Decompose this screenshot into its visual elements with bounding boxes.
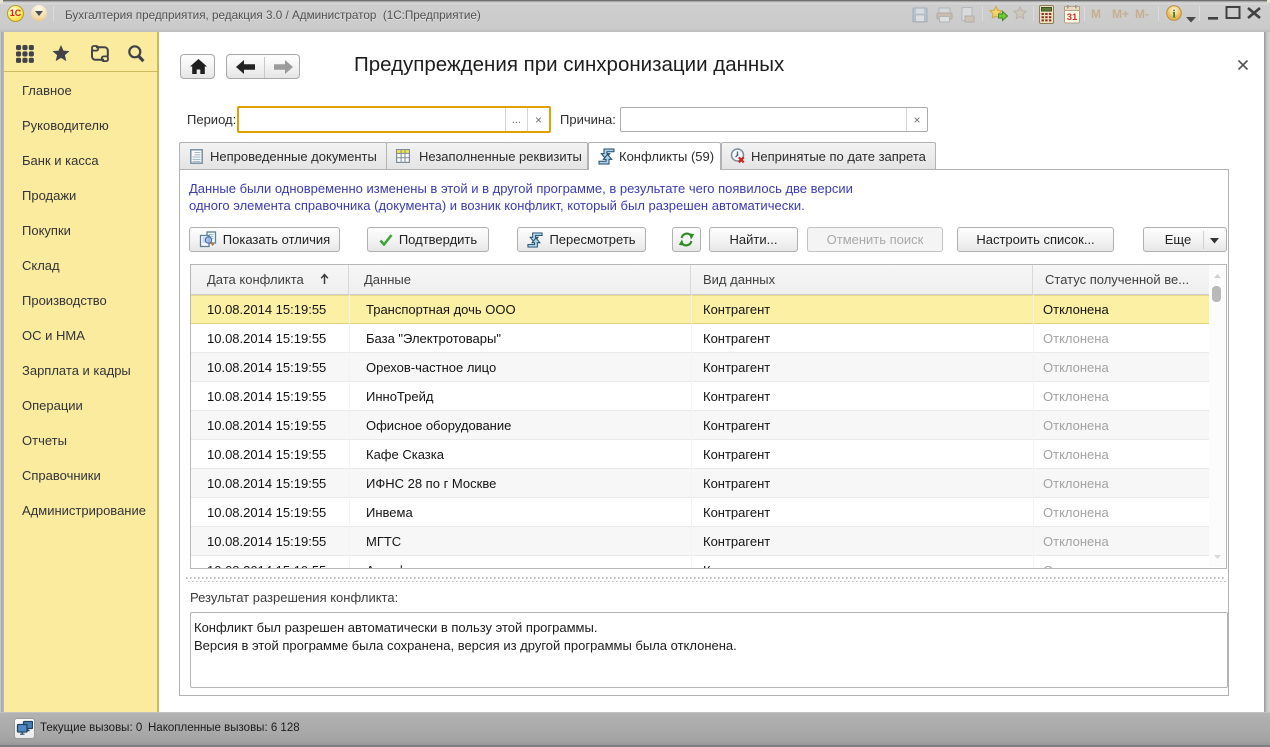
svg-text:31: 31 bbox=[1067, 12, 1078, 23]
